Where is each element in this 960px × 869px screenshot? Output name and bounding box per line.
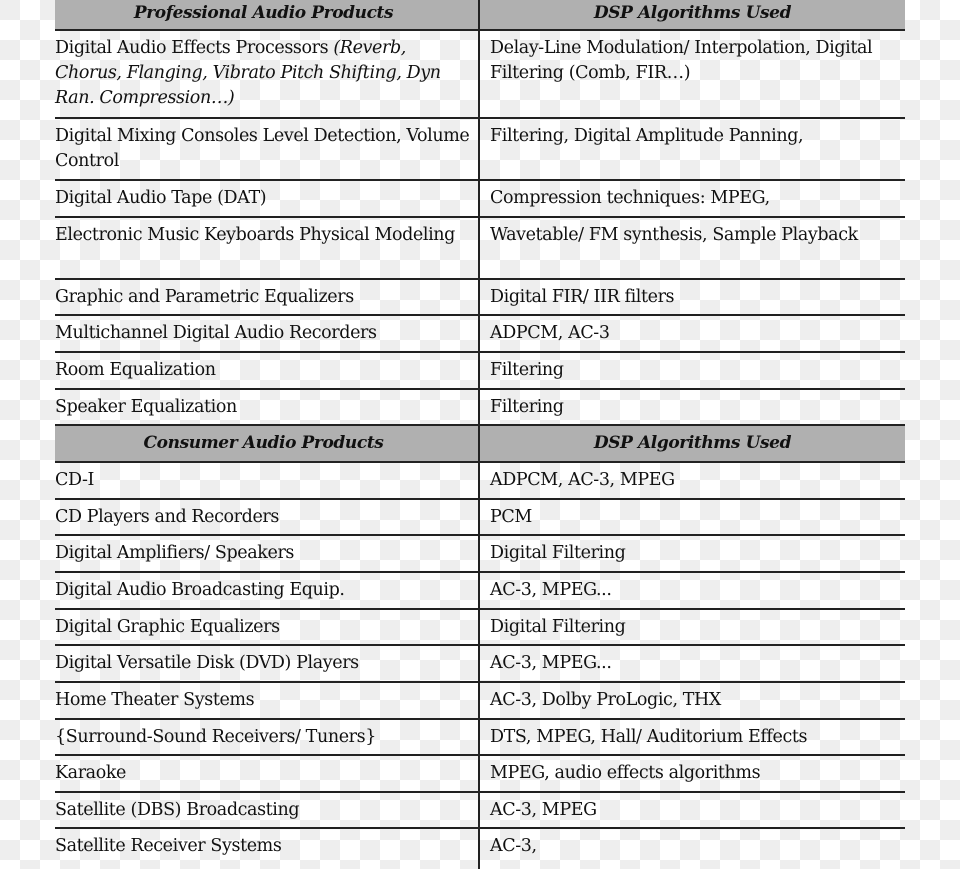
product-cell: Digital Audio Broadcasting Equip. [55, 573, 480, 608]
algorithms-cell: Filtering [490, 397, 564, 417]
table-row: Digital Versatile Disk (DVD) Players AC-… [55, 646, 905, 683]
algorithms-cell: Digital FIR/ IIR filters [490, 287, 675, 307]
table-row: Electronic Music Keyboards Physical Mode… [55, 218, 905, 280]
table-header-professional: Professional Audio Products DSP Algorith… [55, 0, 905, 31]
table-row: Digital Audio Broadcasting Equip. AC-3, … [55, 573, 905, 610]
product-cell: CD Players and Recorders [55, 500, 480, 534]
table-row: {Surround-Sound Receivers/ Tuners} DTS, … [55, 720, 905, 756]
product-cell: Satellite Receiver Systems [55, 829, 480, 869]
algorithms-cell: ADPCM, AC-3, MPEG [490, 470, 675, 490]
table-row: Graphic and Parametric Equalizers Digita… [55, 280, 905, 316]
algorithms-cell: MPEG, audio effects algorithms [490, 763, 761, 783]
table-row: Digital Graphic Equalizers Digital Filte… [55, 610, 905, 646]
algorithms-cell: AC-3, [490, 836, 537, 856]
algorithms-cell: AC-3, MPEG... [490, 653, 612, 673]
table-row: Digital Mixing Consoles Level Detection,… [55, 119, 905, 181]
algorithms-cell: AC-3, MPEG... [490, 580, 612, 600]
algorithms-cell: DTS, MPEG, Hall/ Auditorium Effects [490, 727, 808, 747]
algorithms-cell: Delay-Line Modulation/ Interpolation, Di… [490, 38, 878, 83]
algorithms-cell: Digital Filtering [490, 543, 626, 563]
product-cell: Multichannel Digital Audio Recorders [55, 316, 480, 351]
algorithms-cell: Filtering [490, 360, 564, 380]
table-row: Satellite Receiver Systems AC-3, [55, 829, 905, 869]
table-row: Satellite (DBS) Broadcasting AC-3, MPEG [55, 793, 905, 829]
algorithms-cell: Filtering, Digital Amplitude Panning, [490, 126, 804, 146]
algorithms-cell: Compression techniques: MPEG, [490, 188, 770, 208]
table-row: Karaoke MPEG, audio effects algorithms [55, 756, 905, 793]
product-cell: Digital Mixing Consoles Level Detection,… [55, 119, 480, 179]
table-row: Room Equalization Filtering [55, 353, 905, 390]
table-row: Multichannel Digital Audio Recorders ADP… [55, 316, 905, 353]
table-header-consumer: Consumer Audio Products DSP Algorithms U… [55, 426, 905, 463]
header-products: Consumer Audio Products [55, 426, 480, 461]
product-cell: Satellite (DBS) Broadcasting [55, 793, 480, 827]
table-row: Home Theater Systems AC-3, Dolby ProLogi… [55, 683, 905, 720]
table-row: Speaker Equalization Filtering [55, 390, 905, 426]
product-cell: Room Equalization [55, 353, 480, 388]
product-cell: CD-I [55, 463, 480, 498]
algorithms-cell: ADPCM, AC-3 [490, 323, 610, 343]
product-cell: Speaker Equalization [55, 390, 480, 424]
product-cell: Digital Audio Effects Processors (Reverb… [55, 31, 480, 117]
product-cell: Digital Versatile Disk (DVD) Players [55, 646, 480, 681]
product-cell: Digital Graphic Equalizers [55, 610, 480, 644]
product-cell: Graphic and Parametric Equalizers [55, 280, 480, 314]
header-products: Professional Audio Products [55, 0, 480, 29]
table-row: CD-I ADPCM, AC-3, MPEG [55, 463, 905, 500]
product-cell: Electronic Music Keyboards Physical Mode… [55, 218, 480, 278]
product-cell: {Surround-Sound Receivers/ Tuners} [55, 720, 480, 754]
algorithms-cell: AC-3, Dolby ProLogic, THX [490, 690, 721, 710]
table-row: CD Players and Recorders PCM [55, 500, 905, 536]
product-cell: Home Theater Systems [55, 683, 480, 718]
table-row: Digital Amplifiers/ Speakers Digital Fil… [55, 536, 905, 573]
algorithms-cell: Wavetable/ FM synthesis, Sample Playback [490, 225, 858, 245]
algorithms-cell: Digital Filtering [490, 617, 626, 637]
product-cell: Karaoke [55, 756, 480, 791]
product-cell: Digital Audio Tape (DAT) [55, 181, 480, 216]
algorithms-cell: AC-3, MPEG [490, 800, 597, 820]
header-algorithms: DSP Algorithms Used [593, 3, 792, 23]
table-row: Digital Audio Effects Processors (Reverb… [55, 31, 905, 119]
algorithms-cell: PCM [490, 507, 532, 527]
product-cell: Digital Amplifiers/ Speakers [55, 536, 480, 571]
table-row: Digital Audio Tape (DAT) Compression tec… [55, 181, 905, 218]
header-algorithms: DSP Algorithms Used [593, 433, 792, 453]
product-name: Digital Audio Effects Processors [55, 38, 334, 58]
